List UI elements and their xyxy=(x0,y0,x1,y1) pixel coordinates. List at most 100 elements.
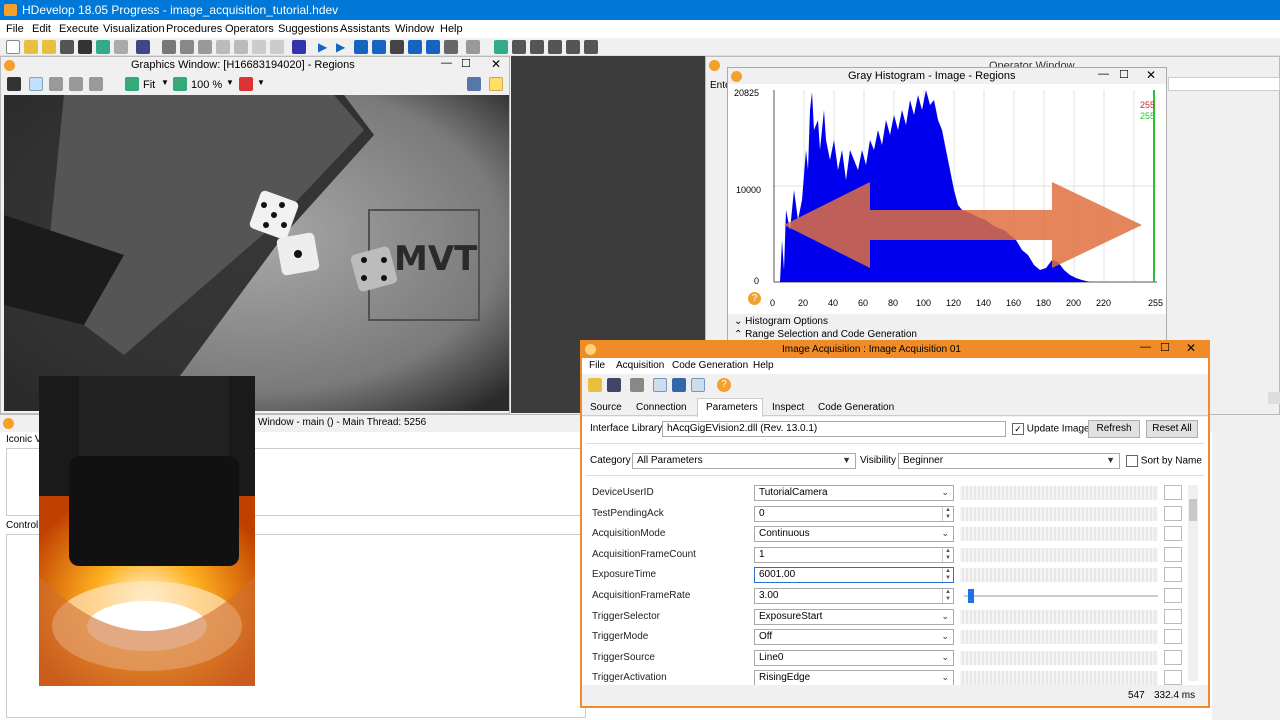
magnifier-icon[interactable] xyxy=(69,77,83,91)
feature-inspection-icon[interactable] xyxy=(566,40,580,54)
open-recent-icon[interactable] xyxy=(42,40,56,54)
acq-menu-help[interactable]: Help xyxy=(753,360,774,371)
parameter-refresh-icon[interactable] xyxy=(1164,526,1182,542)
maximize-icon[interactable]: ☐ xyxy=(1160,341,1170,354)
step-over-icon[interactable] xyxy=(354,40,368,54)
menu-operators[interactable]: Operators xyxy=(225,23,274,35)
menu-window[interactable]: Window xyxy=(395,23,434,35)
histogram-chart[interactable] xyxy=(772,90,1162,285)
parameter-value-field[interactable]: ExposureStart ⌄ xyxy=(754,608,954,625)
spin-arrows-icon[interactable]: ▲ ▼ xyxy=(942,568,953,583)
zoom-fit-icon[interactable] xyxy=(125,77,139,91)
parameter-refresh-icon[interactable] xyxy=(1164,629,1182,645)
menu-suggestions[interactable]: Suggestions xyxy=(278,23,339,35)
lightbulb-icon[interactable] xyxy=(489,77,503,91)
new-file-icon[interactable] xyxy=(6,40,20,54)
open-icon[interactable] xyxy=(588,378,602,392)
parameter-refresh-icon[interactable] xyxy=(1164,567,1182,583)
histogram-options-toggle[interactable]: ⌄ Histogram Options xyxy=(734,316,828,327)
help-icon[interactable]: ? xyxy=(748,292,761,305)
copy-icon[interactable] xyxy=(180,40,194,54)
framerate-slider-track[interactable] xyxy=(964,595,1158,597)
undo-icon[interactable] xyxy=(216,40,230,54)
parameter-value-field[interactable]: 6001.00 ▲ ▼ xyxy=(754,567,954,584)
parameter-value-field[interactable]: Continuous ⌄ xyxy=(754,526,954,543)
reset-icon[interactable] xyxy=(408,40,422,54)
paste-icon[interactable] xyxy=(198,40,212,54)
pc-icon[interactable] xyxy=(426,40,440,54)
interface-library-field[interactable]: hAcqGigEVision2.dll (Rev. 13.0.1) xyxy=(662,421,1006,437)
menu-assistants[interactable]: Assistants xyxy=(340,23,390,35)
live-icon[interactable] xyxy=(691,378,705,392)
zoom-window-icon[interactable] xyxy=(584,40,598,54)
parameter-value-field[interactable]: RisingEdge ⌄ xyxy=(754,670,954,685)
range-selection-toggle[interactable]: ⌃ Range Selection and Code Generation xyxy=(734,329,917,340)
run-icon[interactable]: ▶ xyxy=(318,40,332,54)
print-icon[interactable] xyxy=(78,40,92,54)
zoom-percent-label[interactable]: 100 % xyxy=(191,79,222,91)
parameter-value-field[interactable]: 0 ▲ ▼ xyxy=(754,505,954,522)
pointer-icon[interactable] xyxy=(29,77,43,91)
assistant-icon[interactable] xyxy=(292,40,306,54)
update-image-checkbox[interactable]: ✓ Update Image xyxy=(1012,423,1090,435)
parameter-value-field[interactable]: Line0 ⌄ xyxy=(754,649,954,666)
menu-edit[interactable]: Edit xyxy=(32,23,51,35)
breakpoint-icon[interactable] xyxy=(444,40,458,54)
inspect-icon[interactable] xyxy=(467,77,481,91)
acq-menu-code-generation[interactable]: Code Generation xyxy=(672,360,748,371)
acq-menu-file[interactable]: File xyxy=(589,360,605,371)
color-icon[interactable] xyxy=(239,77,253,91)
parameter-value-field[interactable]: 3.00 ▲ ▼ xyxy=(754,588,954,604)
cut-icon[interactable] xyxy=(162,40,176,54)
close-icon[interactable]: ✕ xyxy=(1146,68,1156,82)
close-icon[interactable]: ✕ xyxy=(1186,341,1196,355)
properties-icon[interactable] xyxy=(114,40,128,54)
scrollbar-thumb[interactable] xyxy=(1189,499,1197,521)
tab-parameters[interactable]: Parameters xyxy=(697,398,763,417)
spin-arrows-icon[interactable]: ▲ ▼ xyxy=(942,506,953,521)
parameter-scrollbar[interactable] xyxy=(1188,485,1198,681)
histogram-icon[interactable] xyxy=(512,40,526,54)
menu-file[interactable]: File xyxy=(6,23,24,35)
close-icon[interactable]: ✕ xyxy=(491,57,501,71)
reset-all-button[interactable]: Reset All xyxy=(1146,420,1198,438)
parameter-value-field[interactable]: 1 ▲ ▼ xyxy=(754,546,954,563)
parameter-refresh-icon[interactable] xyxy=(1164,588,1182,603)
spin-arrows-icon[interactable]: ▲ ▼ xyxy=(942,589,953,603)
menu-execute[interactable]: Execute xyxy=(59,23,99,35)
graphics-window-icon[interactable] xyxy=(494,40,508,54)
camera-image[interactable]: MVT xyxy=(4,95,509,411)
zoom-fit-label[interactable]: Fit xyxy=(143,79,155,91)
chevron-down-icon[interactable]: ▼ xyxy=(161,78,169,87)
snap-icon[interactable] xyxy=(672,378,686,392)
sort-by-name-checkbox[interactable]: Sort by Name xyxy=(1126,455,1202,467)
help-icon[interactable]: ? xyxy=(717,378,731,392)
stop-icon[interactable] xyxy=(390,40,404,54)
connect-icon[interactable] xyxy=(653,378,667,392)
menu-visualization[interactable]: Visualization xyxy=(103,23,165,35)
minimize-icon[interactable]: — xyxy=(1098,68,1109,80)
parameter-refresh-icon[interactable] xyxy=(1164,546,1182,562)
menu-help[interactable]: Help xyxy=(440,23,463,35)
minimize-icon[interactable]: — xyxy=(441,57,452,69)
save-icon[interactable] xyxy=(607,378,621,392)
chevron-down-icon[interactable]: ▼ xyxy=(226,78,234,87)
open-file-icon[interactable] xyxy=(24,40,38,54)
tab-inspect[interactable]: Inspect xyxy=(772,402,804,413)
parameter-refresh-icon[interactable] xyxy=(1164,608,1182,624)
acq-menu-acquisition[interactable]: Acquisition xyxy=(616,360,664,371)
feature-histogram-icon[interactable] xyxy=(548,40,562,54)
visibility-select[interactable]: Beginner ▼ xyxy=(898,453,1120,469)
step-into-icon[interactable] xyxy=(372,40,386,54)
parameter-refresh-icon[interactable] xyxy=(1164,485,1182,500)
parameter-value-field[interactable]: TutorialCamera ⌄ xyxy=(754,485,954,501)
parameter-value-field[interactable]: Off ⌄ xyxy=(754,629,954,646)
outdent-icon[interactable] xyxy=(270,40,284,54)
zoom-percent-icon[interactable] xyxy=(173,77,187,91)
detect-icon[interactable] xyxy=(630,378,644,392)
tab-connection[interactable]: Connection xyxy=(636,402,687,413)
parameter-refresh-icon[interactable] xyxy=(1164,649,1182,665)
menu-procedures[interactable]: Procedures xyxy=(166,23,222,35)
parameter-refresh-icon[interactable] xyxy=(1164,505,1182,521)
library-icon[interactable] xyxy=(136,40,150,54)
